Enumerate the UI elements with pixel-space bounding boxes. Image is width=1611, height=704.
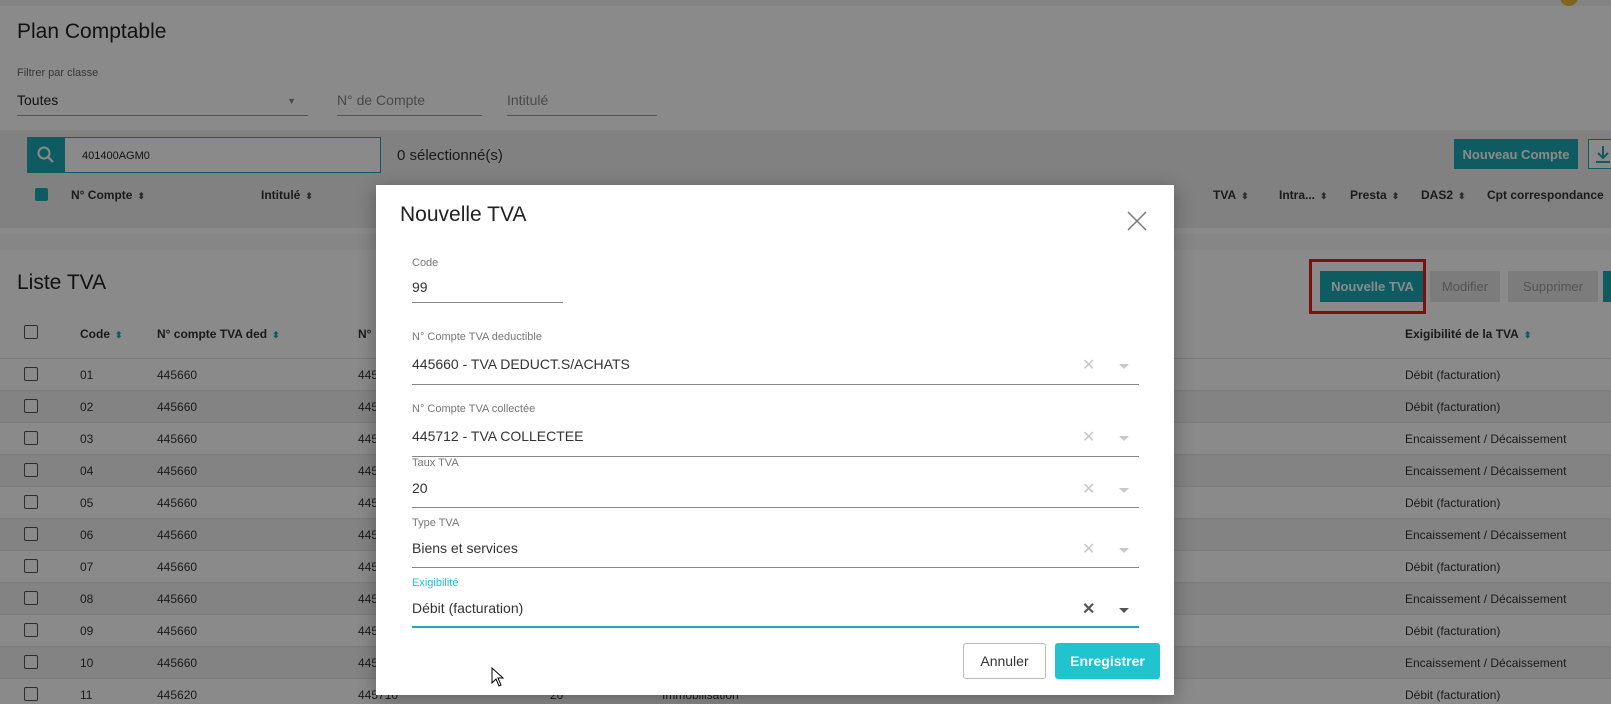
taux-label: Taux TVA	[412, 457, 459, 469]
clear-icon[interactable]: ✕	[1082, 427, 1095, 447]
close-icon[interactable]	[1126, 210, 1148, 232]
type-label: Type TVA	[412, 517, 460, 529]
clear-icon[interactable]: ✕	[1082, 599, 1095, 619]
exigibilite-underline	[412, 626, 1139, 628]
clear-icon[interactable]: ✕	[1082, 355, 1095, 375]
new-tva-dialog: Nouvelle TVA Code 99 N° Compte TVA deduc…	[376, 185, 1174, 695]
exigibilite-label: Exigibilité	[412, 577, 459, 589]
clear-icon[interactable]: ✕	[1082, 539, 1095, 559]
cancel-button[interactable]: Annuler	[963, 643, 1046, 679]
taux-underline	[412, 507, 1139, 508]
ded-account-underline	[412, 384, 1139, 385]
code-field[interactable]: 99	[412, 279, 428, 295]
chevron-down-icon[interactable]	[1119, 488, 1129, 493]
col-account-underline	[412, 456, 1139, 457]
chevron-down-icon[interactable]	[1119, 436, 1129, 441]
exigibilite-select[interactable]: Débit (facturation)	[412, 600, 523, 616]
mouse-cursor-icon	[491, 666, 505, 692]
chevron-down-icon[interactable]	[1119, 364, 1129, 369]
dialog-title: Nouvelle TVA	[400, 203, 527, 226]
clear-icon[interactable]: ✕	[1082, 479, 1095, 499]
type-underline	[412, 567, 1139, 568]
chevron-down-icon[interactable]	[1119, 608, 1129, 613]
code-label: Code	[412, 257, 439, 269]
col-account-select[interactable]: 445712 - TVA COLLECTEE	[412, 428, 583, 444]
col-account-label: N° Compte TVA collectée	[412, 403, 536, 415]
type-select[interactable]: Biens et services	[412, 540, 518, 556]
ded-account-select[interactable]: 445660 - TVA DEDUCT.S/ACHATS	[412, 356, 630, 372]
ded-account-label: N° Compte TVA deductible	[412, 331, 542, 343]
save-button[interactable]: Enregistrer	[1055, 643, 1160, 679]
chevron-down-icon[interactable]	[1119, 548, 1129, 553]
taux-select[interactable]: 20	[412, 480, 428, 496]
code-underline	[412, 302, 563, 303]
